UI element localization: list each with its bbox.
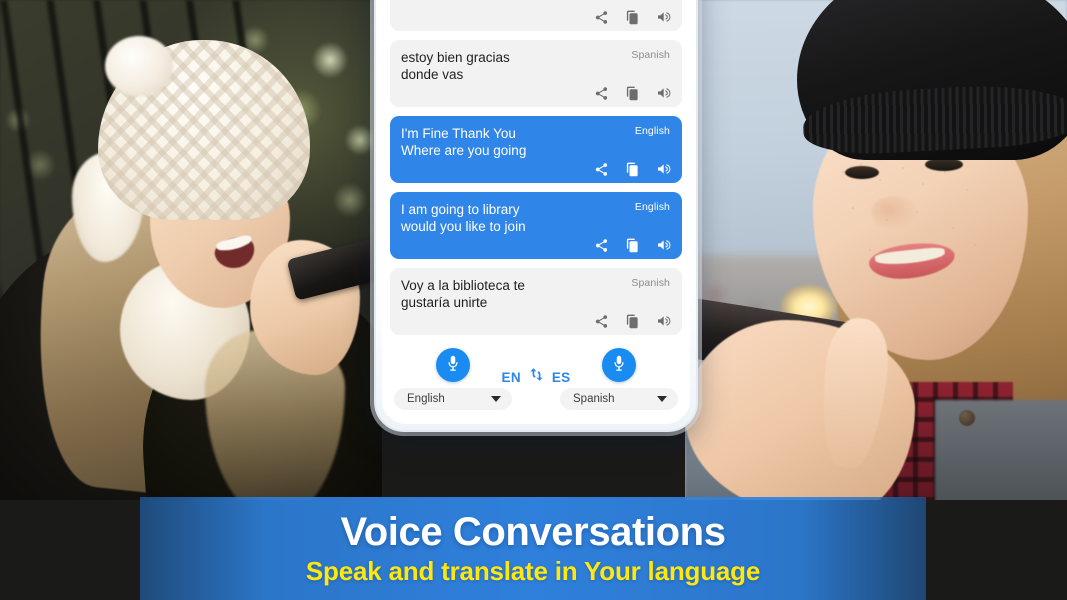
- left-background-photo: [0, 0, 382, 500]
- copy-icon[interactable]: [625, 10, 640, 25]
- conversation-card[interactable]: English I am going to library would you …: [390, 192, 682, 259]
- target-language-value: Spanish: [573, 393, 615, 405]
- target-language-dropdown[interactable]: Spanish: [560, 388, 678, 410]
- conversation-card[interactable]: Spanish estoy bien gracias donde vas: [390, 40, 682, 107]
- right-photo-nose: [871, 196, 917, 230]
- conversation-card[interactable]: Spanish Voy a la biblioteca te gustaría …: [390, 268, 682, 335]
- right-photo-eye-left: [845, 166, 879, 179]
- card-action-row[interactable]: [594, 313, 672, 329]
- copy-icon[interactable]: [625, 86, 640, 101]
- copy-icon[interactable]: [625, 314, 640, 329]
- banner-subtitle: Speak and translate in Your language: [305, 556, 761, 586]
- right-photo-button: [959, 410, 975, 426]
- card-action-row[interactable]: [594, 9, 672, 25]
- card-language-label: Spanish: [631, 277, 670, 289]
- banner-title: Voice Conversations: [340, 510, 726, 554]
- speaker-icon[interactable]: [656, 237, 672, 253]
- source-language-value: English: [407, 393, 445, 405]
- target-language-code: ES: [551, 369, 571, 385]
- card-language-label: Spanish: [631, 49, 670, 61]
- speaker-icon[interactable]: [656, 85, 672, 101]
- chevron-down-icon: [491, 396, 501, 402]
- conversation-card[interactable]: English I'm Fine Thank You Where are you…: [390, 116, 682, 183]
- share-icon[interactable]: [594, 314, 609, 329]
- share-icon[interactable]: [594, 238, 609, 253]
- source-language-code: EN: [501, 369, 521, 385]
- left-photo-pompom: [105, 36, 173, 96]
- phone-mockup: Spanish HOLA COMO ESTAS Spanish estoy bi…: [374, 0, 698, 432]
- speaker-icon[interactable]: [656, 313, 672, 329]
- copy-icon[interactable]: [625, 238, 640, 253]
- card-language-label: English: [634, 201, 670, 213]
- language-swap-row[interactable]: EN ES: [382, 366, 690, 388]
- share-icon[interactable]: [594, 86, 609, 101]
- card-message-text: estoy bien gracias donde vas: [401, 50, 510, 82]
- speaker-icon[interactable]: [656, 161, 672, 177]
- language-selector-row: English Spanish: [394, 388, 678, 410]
- swap-icon[interactable]: [528, 366, 545, 388]
- card-language-label: English: [634, 125, 670, 137]
- phone-screen: Spanish HOLA COMO ESTAS Spanish estoy bi…: [382, 0, 690, 424]
- voice-controls-bar: EN ES English Spanish: [382, 340, 690, 424]
- promo-banner: Voice Conversations Speak and translate …: [140, 497, 926, 600]
- source-language-dropdown[interactable]: English: [394, 388, 512, 410]
- right-photo-tshirt: [935, 400, 1067, 500]
- card-action-row[interactable]: [594, 85, 672, 101]
- conversation-card[interactable]: Spanish HOLA COMO ESTAS: [390, 0, 682, 31]
- card-action-row[interactable]: [594, 237, 672, 253]
- card-action-row[interactable]: [594, 161, 672, 177]
- promo-screenshot: Spanish HOLA COMO ESTAS Spanish estoy bi…: [0, 0, 1067, 600]
- conversation-list[interactable]: Spanish HOLA COMO ESTAS Spanish estoy bi…: [382, 0, 690, 340]
- right-background-photo: [685, 0, 1067, 500]
- share-icon[interactable]: [594, 162, 609, 177]
- share-icon[interactable]: [594, 10, 609, 25]
- card-message-text: I am going to library would you like to …: [401, 202, 526, 234]
- copy-icon[interactable]: [625, 162, 640, 177]
- speaker-icon[interactable]: [656, 9, 672, 25]
- card-message-text: I'm Fine Thank You Where are you going: [401, 126, 527, 158]
- card-message-text: Voy a la biblioteca te gustaría unirte: [401, 278, 525, 310]
- chevron-down-icon: [657, 396, 667, 402]
